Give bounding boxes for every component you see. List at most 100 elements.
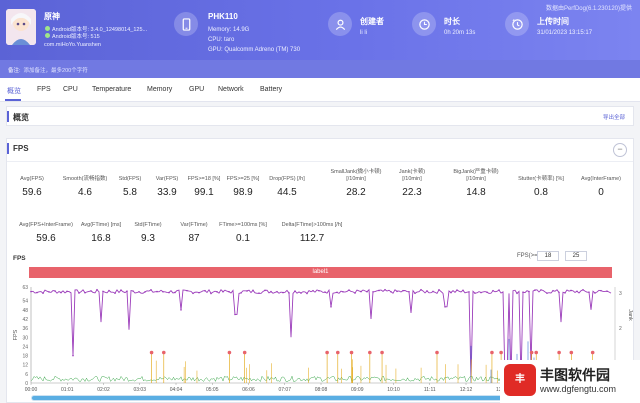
metric-value: 4.6 <box>78 187 92 198</box>
fps-point <box>192 292 194 295</box>
x-tick-label: 08:08 <box>315 387 328 393</box>
y-tick-label: 12 <box>22 363 28 369</box>
fps-point <box>300 292 302 294</box>
metric-r1-1: Smooth(流畅指数) 4.6 <box>59 169 111 198</box>
metric-r1-10: Stutter(卡顿率) [%] 0.8 <box>511 169 571 198</box>
remark-bar[interactable]: 备注: 添加备注，最多200个字符 <box>0 60 640 78</box>
section-accent <box>7 143 9 154</box>
tab-network[interactable]: Network <box>218 86 244 93</box>
metric-value: 98.9 <box>233 187 253 198</box>
x-tick-label: 11:11 <box>424 387 436 393</box>
fps-point <box>234 313 236 316</box>
bigjank-marker <box>242 350 247 355</box>
creator-value: li li <box>360 30 367 36</box>
metric-value: 44.5 <box>277 187 297 198</box>
fps-point <box>168 291 170 294</box>
tab-cpu[interactable]: CPU <box>63 86 78 93</box>
watermark-url: www.dgfengtu.com <box>540 384 617 394</box>
tab-overview[interactable]: 概览 <box>7 86 21 96</box>
bigjank-marker <box>161 350 166 355</box>
fps-point <box>126 290 128 292</box>
fps-point <box>156 290 158 293</box>
tab-memory[interactable]: Memory <box>147 86 172 93</box>
bigjank-marker <box>380 350 384 355</box>
metric-value: 59.6 <box>36 233 56 244</box>
metric-label: FTime>=100ms [%] <box>219 222 267 228</box>
metric-value: 5.8 <box>123 187 137 198</box>
watermark-logo: 丰 <box>504 364 536 396</box>
fps-point <box>90 290 92 292</box>
fps-point <box>354 292 356 294</box>
tab-bar: 概览 FPS CPU Temperature Memory GPU Networ… <box>0 78 640 102</box>
y-tick-label: 24 <box>22 344 28 350</box>
x-tick-label: 09:09 <box>351 387 364 393</box>
android-icon <box>45 26 50 31</box>
fps-point <box>528 290 530 293</box>
tab-fps[interactable]: FPS <box>37 86 51 93</box>
metric-r1-5: FPS>=25 [%] 98.9 <box>225 169 261 198</box>
fps-point <box>558 291 560 294</box>
fps-point <box>96 288 98 291</box>
app-name: 原神 <box>44 12 60 21</box>
fps-threshold-input-1[interactable]: 18 <box>537 251 559 261</box>
metric-label: Var(FPS) <box>155 176 179 182</box>
fps-point <box>570 289 572 292</box>
x-tick-label: 04:04 <box>170 387 183 393</box>
y-tick-label: 18 <box>22 354 28 360</box>
metric-value: 59.6 <box>22 187 42 198</box>
fps-point <box>468 291 470 293</box>
chart-title: FPS <box>13 255 26 262</box>
x-tick-label: 01:01 <box>61 387 74 393</box>
y2-axis-label: Jank <box>627 309 633 321</box>
fps-point <box>294 290 296 292</box>
metric-label: Var(FTime) <box>180 222 208 228</box>
section-accent <box>7 111 9 122</box>
report-header: 数据由PerfDog(6.1.230120)提供 原神 Android版本号: … <box>0 0 640 60</box>
metric-r1-0: Avg(FPS) 59.6 <box>15 169 49 198</box>
device-cpu: CPU: taro <box>208 37 235 43</box>
label-band[interactable]: label1 <box>29 267 612 278</box>
fps-point <box>480 291 482 294</box>
metric-r2-4: FTime>=100ms [%] 0.1 <box>215 215 271 244</box>
x-tick-label: 06:06 <box>242 387 255 393</box>
y-tick-label: 54 <box>22 299 28 305</box>
fps-point <box>186 289 188 292</box>
metric-value: 87 <box>188 233 200 244</box>
perfdog-report: 数据由PerfDog(6.1.230120)提供 原神 Android版本号: … <box>0 0 640 403</box>
fps-point <box>366 290 368 293</box>
tab-temperature[interactable]: Temperature <box>92 86 131 93</box>
fps-point <box>36 291 38 294</box>
metric-label: Smooth(流畅指数) <box>62 176 108 182</box>
fps-point <box>534 289 536 291</box>
bigjank-marker <box>435 350 439 355</box>
metric-value: 16.8 <box>91 233 111 244</box>
x-tick-label: 05:05 <box>206 387 219 393</box>
tab-battery[interactable]: Battery <box>260 86 282 93</box>
x-tick-label: 03:03 <box>133 387 146 393</box>
metric-value: 9.3 <box>141 233 155 244</box>
fps-point <box>198 291 200 294</box>
x-tick-label: 12:12 <box>460 387 473 393</box>
remark-placeholder[interactable]: 添加备注，最多200个字符 <box>24 68 88 74</box>
collapse-button[interactable]: − <box>613 143 627 157</box>
fps-point <box>432 290 434 293</box>
fps-point <box>456 289 458 291</box>
fps-point <box>564 292 566 294</box>
metric-label: Std(FTime) <box>134 222 162 228</box>
metric-label: Stutter(卡顿率) [%] <box>518 176 564 182</box>
bigjank-marker <box>349 350 354 355</box>
metric-r2-0: Avg(FPS+InterFrame) 59.6 <box>13 215 79 244</box>
metric-label: Avg(FTime) [ms] <box>80 222 122 228</box>
tab-gpu[interactable]: GPU <box>189 86 204 93</box>
fps-point <box>270 290 272 293</box>
fps-point <box>30 290 32 293</box>
fps-point <box>114 292 116 294</box>
metric-label: SmallJank(微小卡顿) [/10min] <box>330 169 382 182</box>
fps-point <box>48 291 50 293</box>
fps-threshold-input-2[interactable]: 25 <box>565 251 587 261</box>
fps-point <box>216 290 218 293</box>
site-watermark: 丰 丰图软件园 www.dgfengtu.com <box>500 360 640 403</box>
metric-label: Drop(FPS) [/h] <box>269 176 305 182</box>
metric-label: FPS>=18 [%] <box>187 176 221 182</box>
export-all-link[interactable]: 导出全部 <box>603 113 625 121</box>
